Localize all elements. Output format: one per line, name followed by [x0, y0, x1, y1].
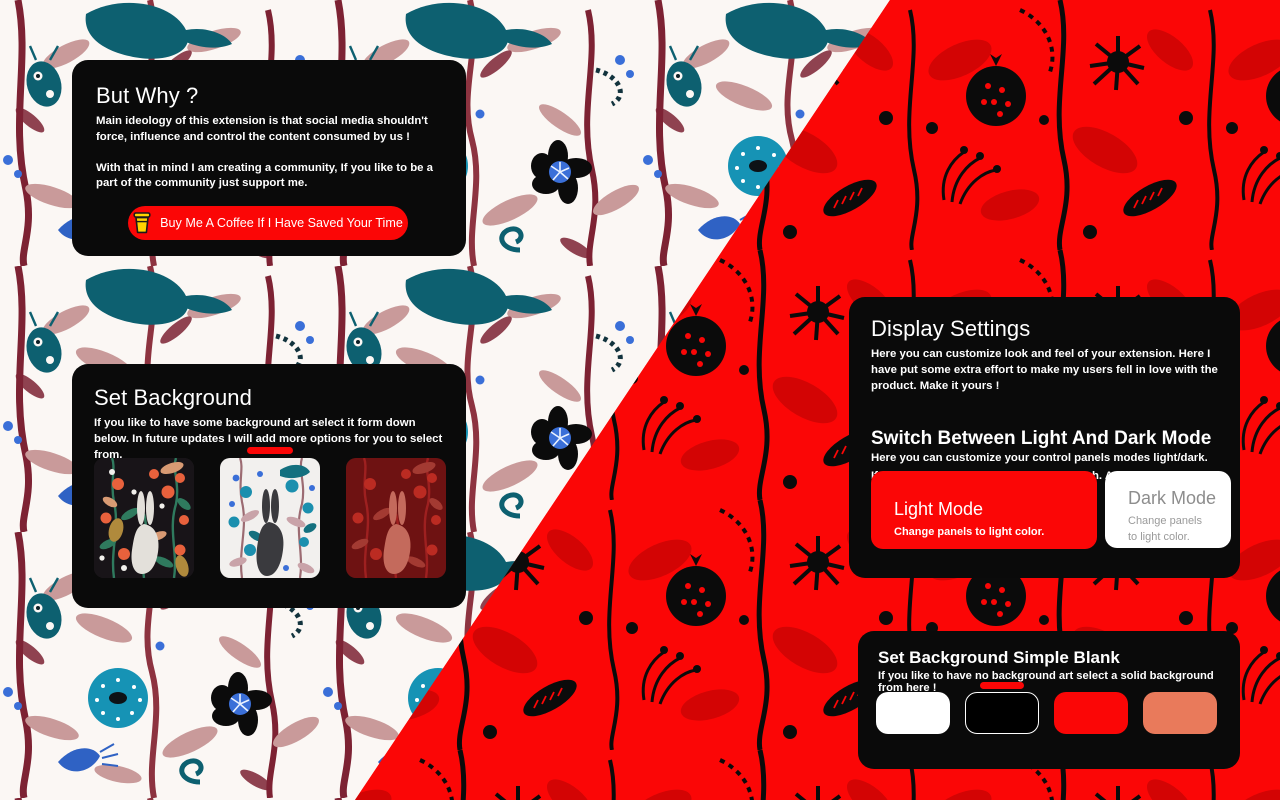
set-background-title: Set Background	[94, 385, 252, 410]
set-background-description: If you like to have some background art …	[94, 417, 443, 461]
background-thumbnail-wrap-3	[346, 458, 446, 578]
set-background-blank-title: Set Background Simple Blank	[878, 648, 1120, 667]
light-floral-rabbit-art	[220, 458, 320, 578]
swatch-wrap-white	[876, 692, 950, 734]
set-background-blank-description: If you like to have no background art se…	[878, 670, 1214, 694]
background-thumbnail-row	[94, 447, 446, 578]
swatch-wrap-salmon	[1143, 692, 1217, 734]
background-thumbnail-wrap-1	[94, 458, 194, 578]
background-thumbnail-wrap-2	[220, 447, 320, 578]
swatch-wrap-black	[965, 682, 1039, 734]
black-swatch[interactable]	[965, 692, 1039, 734]
red-swatch[interactable]	[1054, 692, 1128, 734]
background-thumbnail-selected-indicator	[247, 447, 293, 454]
but-why-paragraph-1: Main ideology of this extension is that …	[96, 115, 428, 143]
set-background-blank-panel: Set Background Simple Blank If you like …	[858, 631, 1240, 769]
background-thumbnail-dark-floral-rabbit[interactable]	[94, 458, 194, 578]
display-settings-description: Here you can customize look and feel of …	[871, 348, 1218, 392]
buy-me-a-coffee-label: Buy Me A Coffee If I Have Saved Your Tim…	[160, 216, 403, 230]
dark-mode-button[interactable]: Dark Mode Change panels to light color.	[1105, 471, 1231, 548]
solid-color-swatch-row	[876, 682, 1217, 734]
background-thumbnail-red-floral-rabbit[interactable]	[346, 458, 446, 578]
dark-mode-name: Dark Mode	[1128, 488, 1217, 509]
but-why-paragraph-2: With that in mind I am creating a commun…	[96, 161, 434, 190]
light-mode-button[interactable]: Light Mode Change panels to light color.	[871, 471, 1097, 549]
mode-button-row: Light Mode Change panels to light color.…	[871, 471, 1231, 549]
white-swatch[interactable]	[876, 692, 950, 734]
light-mode-description: Change panels to light color.	[894, 525, 1045, 538]
swatch-wrap-red	[1054, 692, 1128, 734]
light-mode-name: Light Mode	[894, 499, 984, 520]
background-thumbnail-light-floral-rabbit[interactable]	[220, 458, 320, 578]
mode-description-line-1: Here you can customize your control pane…	[871, 452, 1208, 465]
buy-me-a-coffee-button[interactable]: Buy Me A Coffee If I Have Saved Your Tim…	[128, 206, 408, 240]
coffee-cup-icon	[133, 212, 151, 234]
display-settings-panel: Display Settings Here you can customize …	[849, 297, 1240, 578]
red-floral-rabbit-art	[346, 458, 446, 578]
dark-floral-rabbit-art	[94, 458, 194, 578]
app-window: But Why ? Main ideology of this extensio…	[0, 0, 1280, 800]
salmon-swatch[interactable]	[1143, 692, 1217, 734]
display-settings-title: Display Settings	[871, 316, 1031, 341]
swatch-selected-indicator	[980, 682, 1024, 689]
set-background-panel: Set Background If you like to have some …	[72, 364, 466, 608]
dark-mode-description: Change panels to light color.	[1128, 514, 1203, 543]
mode-section-title: Switch Between Light And Dark Mode	[871, 428, 1212, 450]
but-why-title: But Why ?	[96, 83, 199, 108]
